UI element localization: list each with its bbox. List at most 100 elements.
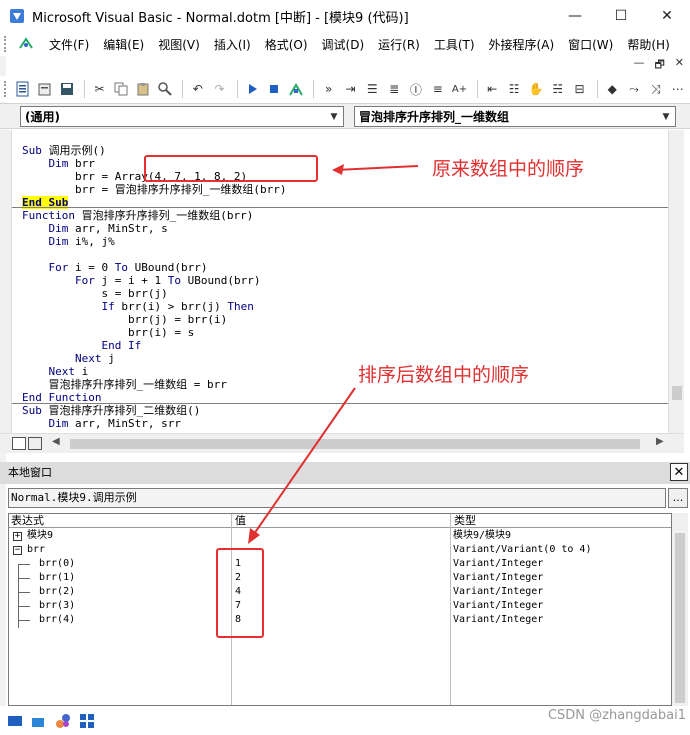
tree-connector bbox=[18, 578, 30, 579]
minimize-button[interactable]: — bbox=[552, 0, 598, 32]
colorful-app-icon[interactable] bbox=[54, 712, 72, 730]
code-line[interactable]: If brr(i) > brr(j) Then bbox=[22, 300, 253, 313]
mdi-close-button[interactable]: ✕ bbox=[675, 56, 684, 75]
input-method-icon[interactable] bbox=[30, 712, 48, 730]
menu-item[interactable]: 调试(D) bbox=[315, 36, 372, 53]
code-line[interactable]: End If bbox=[22, 339, 141, 352]
view-word-icon[interactable] bbox=[14, 79, 33, 99]
toolbar-overflow-icon[interactable]: » bbox=[319, 79, 338, 99]
redo-icon[interactable]: ↷ bbox=[210, 79, 229, 99]
paste-icon[interactable] bbox=[134, 79, 153, 99]
parameter-info-icon[interactable]: ≡ bbox=[428, 79, 447, 99]
code-line[interactable]: brr(i) = s bbox=[22, 326, 194, 339]
cut-icon[interactable]: ✂ bbox=[90, 79, 109, 99]
chevron-down-icon[interactable]: ▼ bbox=[327, 108, 341, 125]
code-line[interactable]: Dim i%, j% bbox=[22, 235, 115, 248]
menu-item[interactable]: 插入(I) bbox=[207, 36, 258, 53]
locals-close-button[interactable]: ✕ bbox=[670, 463, 688, 481]
menu-item[interactable]: 文件(F) bbox=[42, 36, 96, 53]
toggle-breakpoint-icon[interactable]: ✋ bbox=[527, 79, 546, 99]
menu-item[interactable]: 工具(T) bbox=[427, 36, 482, 53]
toolbar-options-icon[interactable]: ⋯ bbox=[668, 79, 687, 99]
object-combo[interactable]: (通用) ▼ bbox=[20, 106, 344, 127]
code-vertical-scrollbar[interactable] bbox=[668, 130, 684, 433]
menu-item[interactable]: 视图(V) bbox=[151, 36, 207, 53]
uncomment-block-icon[interactable]: ☵ bbox=[548, 79, 567, 99]
standard-toolbar: ✂ ↶ ↷ » ⇥ ☰ ≣ Ⓘ ≡ A+ ⇤ ☷ ✋ ☵ ⊟ ◆ ⤳ ⤨ ⋯ bbox=[0, 76, 690, 102]
design-mode-icon[interactable] bbox=[287, 79, 306, 99]
keyboard-icon[interactable] bbox=[6, 712, 24, 730]
menu-item[interactable]: 编辑(E) bbox=[96, 36, 151, 53]
undo-icon[interactable]: ↶ bbox=[188, 79, 207, 99]
comment-block-icon[interactable]: ☷ bbox=[505, 79, 524, 99]
maximize-button[interactable]: ☐ bbox=[598, 0, 644, 32]
locals-row[interactable]: brr(3) 7 Variant/Integer bbox=[9, 599, 671, 613]
toolbar-grip[interactable] bbox=[4, 36, 12, 52]
vba-menu-icon[interactable] bbox=[16, 34, 36, 54]
grid-app-icon[interactable] bbox=[78, 712, 96, 730]
locals-expression: brr(0) bbox=[39, 558, 76, 569]
copy-icon[interactable] bbox=[112, 79, 131, 99]
scroll-left-icon[interactable]: ◀ bbox=[52, 436, 60, 447]
menu-item[interactable]: 运行(R) bbox=[371, 36, 427, 53]
locals-vertical-scrollbar[interactable] bbox=[672, 513, 688, 706]
outdent-icon[interactable]: ⇤ bbox=[483, 79, 502, 99]
close-button[interactable]: ✕ bbox=[644, 0, 690, 32]
code-line[interactable]: Next i bbox=[22, 365, 89, 378]
mdi-minimize-button[interactable]: — bbox=[633, 56, 644, 75]
toolbar-grip[interactable] bbox=[4, 81, 10, 97]
expand-icon[interactable]: + bbox=[13, 532, 22, 541]
code-line[interactable]: s = brr(j) bbox=[22, 287, 167, 300]
code-keyword: If bbox=[101, 300, 115, 313]
code-line[interactable]: Dim arr, MinStr, srr bbox=[22, 417, 181, 430]
chevron-down-icon[interactable]: ▼ bbox=[659, 108, 673, 125]
locals-row[interactable]: brr(2) 4 Variant/Integer bbox=[9, 585, 671, 599]
complete-word-icon[interactable]: A+ bbox=[450, 79, 469, 99]
procedure-view-icon[interactable] bbox=[12, 437, 26, 450]
procedure-combo[interactable]: 冒泡排序升序排列_一维数组 ▼ bbox=[354, 106, 676, 127]
menu-item[interactable]: 窗口(W) bbox=[561, 36, 620, 53]
find-icon[interactable] bbox=[156, 79, 175, 99]
code-margin[interactable] bbox=[0, 130, 12, 433]
scroll-right-icon[interactable]: ▶ bbox=[656, 436, 664, 447]
locals-row[interactable]: brr(1) 2 Variant/Integer bbox=[9, 571, 671, 585]
code-line[interactable]: 冒泡排序升序排列_一维数组 = brr bbox=[22, 378, 226, 391]
next-bookmark-icon[interactable]: ◆ bbox=[603, 79, 622, 99]
full-module-view-icon[interactable] bbox=[28, 437, 42, 450]
clear-bookmarks-icon[interactable]: ⤨ bbox=[647, 79, 666, 99]
list-constants-icon[interactable]: ≣ bbox=[385, 79, 404, 99]
code-line[interactable]: For j = i + 1 To UBound(brr) bbox=[22, 274, 260, 287]
reset-icon[interactable] bbox=[265, 79, 284, 99]
bookmark-icon[interactable]: ⊟ bbox=[570, 79, 589, 99]
code-line[interactable]: Dim brr bbox=[22, 157, 95, 170]
previous-bookmark-icon[interactable]: ⤳ bbox=[625, 79, 644, 99]
indent-icon[interactable]: ⇥ bbox=[341, 79, 360, 99]
header-expression[interactable]: 表达式 bbox=[11, 514, 44, 528]
code-line[interactable]: For i = 0 To UBound(brr) bbox=[22, 261, 208, 274]
header-type[interactable]: 类型 bbox=[454, 514, 476, 528]
code-line[interactable]: Sub 调用示例() bbox=[22, 144, 106, 157]
scroll-thumb[interactable] bbox=[675, 533, 685, 703]
run-icon[interactable] bbox=[243, 79, 262, 99]
scroll-thumb[interactable] bbox=[672, 386, 682, 400]
code-line[interactable]: Function 冒泡排序升序排列_一维数组(brr) bbox=[22, 209, 253, 222]
locals-row[interactable]: brr(0) 1 Variant/Integer bbox=[9, 557, 671, 571]
code-line[interactable]: Next j bbox=[22, 352, 115, 365]
call-stack-button[interactable]: ... bbox=[668, 488, 688, 508]
list-properties-icon[interactable]: ☰ bbox=[363, 79, 382, 99]
mdi-restore-button[interactable]: 🗗 bbox=[654, 56, 664, 75]
insert-module-icon[interactable] bbox=[36, 79, 55, 99]
code-line[interactable]: Dim arr, MinStr, s bbox=[22, 222, 168, 235]
menu-item[interactable]: 格式(O) bbox=[258, 36, 315, 53]
menu-item[interactable]: 帮助(H) bbox=[620, 36, 676, 53]
locals-row[interactable]: brr(4) 8 Variant/Integer bbox=[9, 613, 671, 627]
code-line[interactable]: brr = 冒泡排序升序排列_一维数组(brr) bbox=[22, 183, 286, 196]
collapse-icon[interactable]: − bbox=[13, 546, 22, 555]
quick-info-icon[interactable]: Ⓘ bbox=[407, 79, 426, 99]
code-line[interactable]: brr(j) = brr(i) bbox=[22, 313, 227, 326]
code-line[interactable]: Sub 冒泡排序升序排列_二维数组() bbox=[22, 404, 200, 417]
save-icon[interactable] bbox=[57, 79, 76, 99]
menu-item[interactable]: 外接程序(A) bbox=[482, 36, 562, 53]
